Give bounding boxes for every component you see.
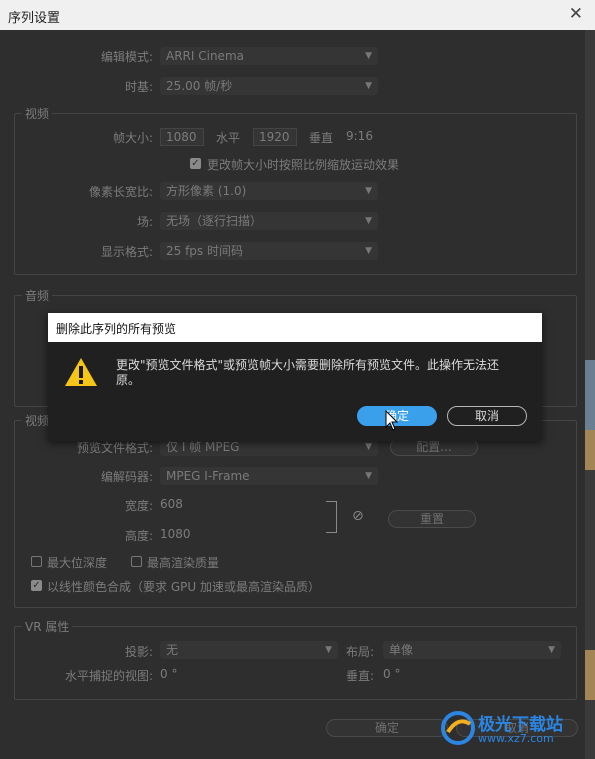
projection-label: 投影: bbox=[124, 645, 153, 659]
timebase-label: 时基: bbox=[124, 80, 153, 94]
fields-select[interactable]: 无场（逐行扫描） ▼ bbox=[160, 212, 378, 230]
link-icon[interactable]: ⊘ bbox=[352, 508, 364, 524]
h-fov-label: 水平捕捉的视图: bbox=[64, 669, 153, 683]
chevron-down-icon: ▼ bbox=[365, 216, 372, 226]
chevron-down-icon: ▼ bbox=[325, 645, 332, 655]
alert-title: 删除此序列的所有预览 bbox=[56, 322, 177, 336]
max-render-quality-checkbox[interactable] bbox=[131, 556, 142, 567]
preview-format-value: 仅 I 帧 MPEG bbox=[166, 440, 240, 454]
delete-previews-alert: 删除此序列的所有预览 更改"预览文件格式"或预览帧大小需要删除所有预览文件。此操… bbox=[48, 313, 542, 441]
mouse-cursor-icon bbox=[385, 410, 399, 431]
fields-value: 无场（逐行扫描） bbox=[166, 214, 263, 228]
height-label: 高度: bbox=[124, 529, 153, 543]
linear-color-label: 以线性颜色合成（要求 GPU 加速或最高渲染品质） bbox=[47, 580, 320, 594]
window-title: 序列设置 bbox=[8, 11, 61, 26]
footer-ok-button[interactable]: 确定 bbox=[326, 719, 448, 737]
chevron-down-icon: ▼ bbox=[365, 246, 372, 256]
fields-label: 场: bbox=[136, 215, 153, 229]
window-titlebar: 序列设置 ✕ bbox=[0, 0, 595, 30]
frame-height-input[interactable]: 1920 bbox=[253, 128, 297, 146]
alert-message: 更改"预览文件格式"或预览帧大小需要删除所有预览文件。此操作无法还原。 bbox=[116, 358, 500, 387]
horizontal-label: 水平 bbox=[216, 131, 241, 145]
max-bit-depth-checkbox[interactable] bbox=[31, 556, 42, 567]
timebase-select[interactable]: 25.00 帧/秒 ▼ bbox=[160, 77, 378, 95]
codec-label: 编解码器: bbox=[100, 470, 153, 484]
max-render-quality-label: 最高渲染质量 bbox=[147, 556, 220, 570]
max-bit-depth-label: 最大位深度 bbox=[47, 556, 108, 570]
timebase-value: 25.00 帧/秒 bbox=[166, 79, 233, 93]
linear-color-checkbox[interactable]: ✓ bbox=[31, 580, 42, 591]
display-format-label: 显示格式: bbox=[100, 245, 153, 259]
vr-vertical-value[interactable]: 0 ° bbox=[383, 667, 400, 681]
warning-icon bbox=[65, 358, 97, 386]
watermark: 极光下载站 www.xz7.com bbox=[440, 704, 588, 752]
h-fov-value[interactable]: 0 ° bbox=[160, 667, 177, 681]
frame-size-label: 帧大小: bbox=[112, 131, 153, 145]
reset-button[interactable]: 重置 bbox=[388, 510, 476, 528]
codec-select[interactable]: MPEG I-Frame ▼ bbox=[160, 467, 378, 485]
scale-motion-checkbox[interactable]: ✓ bbox=[190, 158, 201, 169]
preview-format-label: 预览文件格式: bbox=[76, 441, 153, 455]
layout-select[interactable]: 单像 ▼ bbox=[383, 641, 561, 659]
close-icon[interactable]: ✕ bbox=[569, 4, 583, 24]
chevron-down-icon: ▼ bbox=[365, 51, 372, 61]
display-format-select[interactable]: 25 fps 时间码 ▼ bbox=[160, 242, 378, 260]
vertical-label: 垂直 bbox=[309, 131, 334, 145]
chevron-down-icon: ▼ bbox=[365, 81, 372, 91]
frame-width-input[interactable]: 1080 bbox=[160, 128, 204, 146]
vr-group-label: VR 属性 bbox=[22, 618, 73, 635]
pixel-aspect-value: 方形像素 (1.0) bbox=[166, 184, 247, 198]
width-label: 宽度: bbox=[124, 499, 153, 513]
aspect-ratio-value: 9:16 bbox=[346, 129, 373, 143]
chevron-down-icon: ▼ bbox=[365, 186, 372, 196]
codec-value: MPEG I-Frame bbox=[166, 469, 250, 483]
display-format-value: 25 fps 时间码 bbox=[166, 244, 243, 258]
layout-label: 布局: bbox=[346, 645, 375, 659]
watermark-logo-icon bbox=[441, 711, 475, 745]
chevron-down-icon: ▼ bbox=[365, 471, 372, 481]
editing-mode-select[interactable]: ARRI Cinema ▼ bbox=[160, 47, 378, 65]
vr-group bbox=[14, 626, 577, 700]
scale-motion-label: 更改帧大小时按照比例缩放运动效果 bbox=[207, 158, 400, 172]
width-value[interactable]: 608 bbox=[160, 497, 183, 511]
projection-value: 无 bbox=[166, 643, 179, 657]
editing-mode-value: ARRI Cinema bbox=[166, 49, 244, 63]
layout-value: 单像 bbox=[389, 643, 414, 657]
audio-group-label: 音频 bbox=[22, 287, 53, 304]
vr-vertical-label: 垂直: bbox=[346, 669, 375, 683]
pixel-aspect-label: 像素长宽比: bbox=[88, 185, 153, 199]
chevron-down-icon: ▼ bbox=[548, 645, 555, 655]
background-app-strip bbox=[585, 30, 595, 759]
alert-cancel-button[interactable]: 取消 bbox=[447, 406, 527, 426]
video-group-label: 视频 bbox=[22, 105, 53, 122]
alert-titlebar: 删除此序列的所有预览 bbox=[48, 313, 542, 342]
watermark-url: www.xz7.com bbox=[478, 732, 554, 745]
height-value[interactable]: 1080 bbox=[160, 527, 191, 541]
link-bracket bbox=[326, 501, 337, 533]
projection-select[interactable]: 无 ▼ bbox=[160, 641, 338, 659]
editing-mode-label: 编辑模式: bbox=[100, 50, 153, 64]
pixel-aspect-select[interactable]: 方形像素 (1.0) ▼ bbox=[160, 182, 378, 200]
